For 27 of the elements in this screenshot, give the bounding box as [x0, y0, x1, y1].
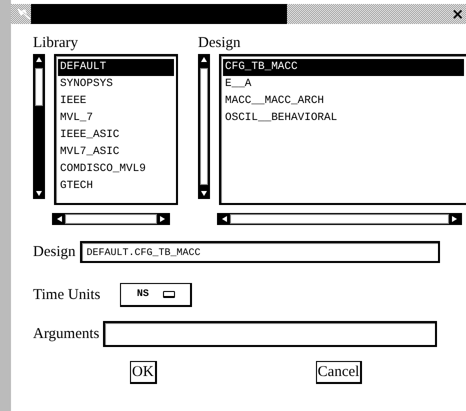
list-item[interactable]: GTECH	[58, 178, 174, 195]
close-button[interactable]: ×	[449, 4, 466, 24]
vertical-scrollbar[interactable]	[33, 54, 45, 199]
list-item[interactable]: CFG_TB_MACC	[223, 59, 464, 76]
time-units-dropdown[interactable]: NS	[120, 283, 192, 307]
design-field[interactable]: DEFAULT.CFG_TB_MACC	[80, 241, 440, 263]
library-label: Library	[33, 34, 79, 52]
list-item[interactable]: SYNOPSYS	[58, 76, 174, 93]
arguments-label: Arguments	[33, 325, 100, 343]
design-label: Design	[198, 34, 242, 52]
list-item[interactable]: COMDISCO_MVL9	[58, 161, 174, 178]
list-item[interactable]: OSCIL__BEHAVIORAL	[223, 110, 464, 127]
list-item[interactable]: E__A	[223, 76, 464, 93]
ok-button[interactable]: OK	[130, 361, 157, 384]
horizontal-scrollbar[interactable]	[52, 213, 170, 225]
list-item[interactable]: IEEE_ASIC	[58, 127, 174, 144]
design-field-label: Design	[33, 243, 76, 261]
cancel-button[interactable]: Cancel	[316, 361, 362, 384]
arguments-field[interactable]	[103, 321, 438, 347]
list-item[interactable]: DEFAULT	[58, 59, 174, 76]
time-units-label: Time Units	[33, 286, 100, 304]
horizontal-scrollbar[interactable]	[217, 213, 462, 225]
list-item[interactable]: MACC__MACC_ARCH	[223, 93, 464, 110]
list-item[interactable]: IEEE	[58, 93, 174, 110]
list-item[interactable]: MVL_7	[58, 110, 174, 127]
vertical-scrollbar[interactable]	[198, 54, 210, 199]
list-item[interactable]: MVL7_ASIC	[58, 144, 174, 161]
